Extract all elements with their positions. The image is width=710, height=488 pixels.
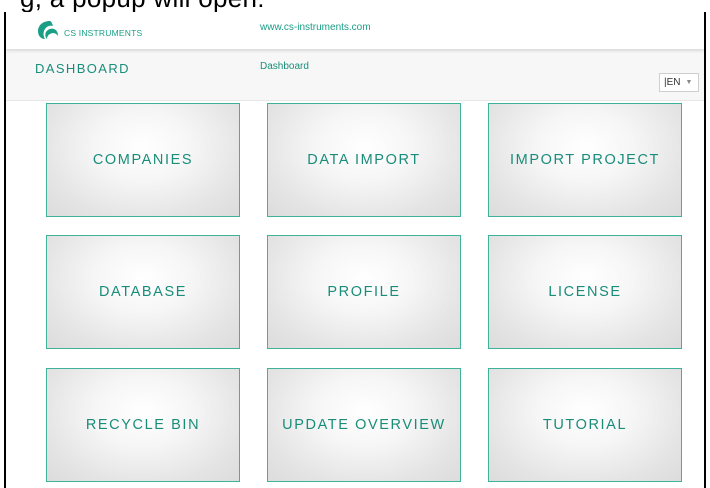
page-title: DASHBOARD (35, 61, 130, 76)
logo-text: CS INSTRUMENTS (64, 27, 143, 38)
app-window: CS INSTRUMENTS www.cs-instruments.com DA… (4, 12, 706, 488)
tile-database[interactable]: DATABASE (46, 235, 240, 349)
tile-companies[interactable]: COMPANIES (46, 103, 240, 217)
language-value: |EN (664, 77, 681, 88)
website-link[interactable]: www.cs-instruments.com (260, 22, 371, 33)
tile-update-overview[interactable]: UPDATE OVERVIEW (267, 368, 461, 482)
page: g, a popup will open: CS INSTRUMENTS www… (0, 0, 710, 488)
tile-label: COMPANIES (92, 152, 194, 168)
chevron-down-icon: ▼ (685, 79, 693, 86)
tile-tutorial[interactable]: TUTORIAL (488, 368, 682, 482)
tile-label: UPDATE OVERVIEW (282, 417, 446, 433)
tile-label: DATA IMPORT (307, 152, 421, 168)
document-caption: g, a popup will open: (0, 0, 710, 12)
language-select[interactable]: |EN ▼ (659, 73, 699, 92)
tile-data-import[interactable]: DATA IMPORT (267, 103, 461, 217)
tile-label: TUTORIAL (542, 417, 628, 433)
tile-label: LICENSE (548, 284, 622, 300)
tile-import-project[interactable]: IMPORT PROJECT (488, 103, 682, 217)
caption-text: g, a popup will open: (20, 0, 265, 12)
tile-profile[interactable]: PROFILE (267, 235, 461, 349)
tile-recycle-bin[interactable]: RECYCLE BIN (46, 368, 240, 482)
top-header: CS INSTRUMENTS www.cs-instruments.com (6, 12, 704, 49)
breadcrumb[interactable]: Dashboard (260, 61, 309, 72)
tile-label: DATABASE (98, 284, 187, 300)
tile-license[interactable]: LICENSE (488, 235, 682, 349)
tile-label: PROFILE (327, 284, 401, 300)
cs-instruments-logo-icon (38, 21, 58, 39)
dashboard-bar: DASHBOARD Dashboard |EN ▼ (6, 49, 704, 101)
logo[interactable]: CS INSTRUMENTS (36, 19, 142, 41)
tile-label: RECYCLE BIN (85, 417, 201, 433)
tile-label: IMPORT PROJECT (510, 152, 660, 168)
